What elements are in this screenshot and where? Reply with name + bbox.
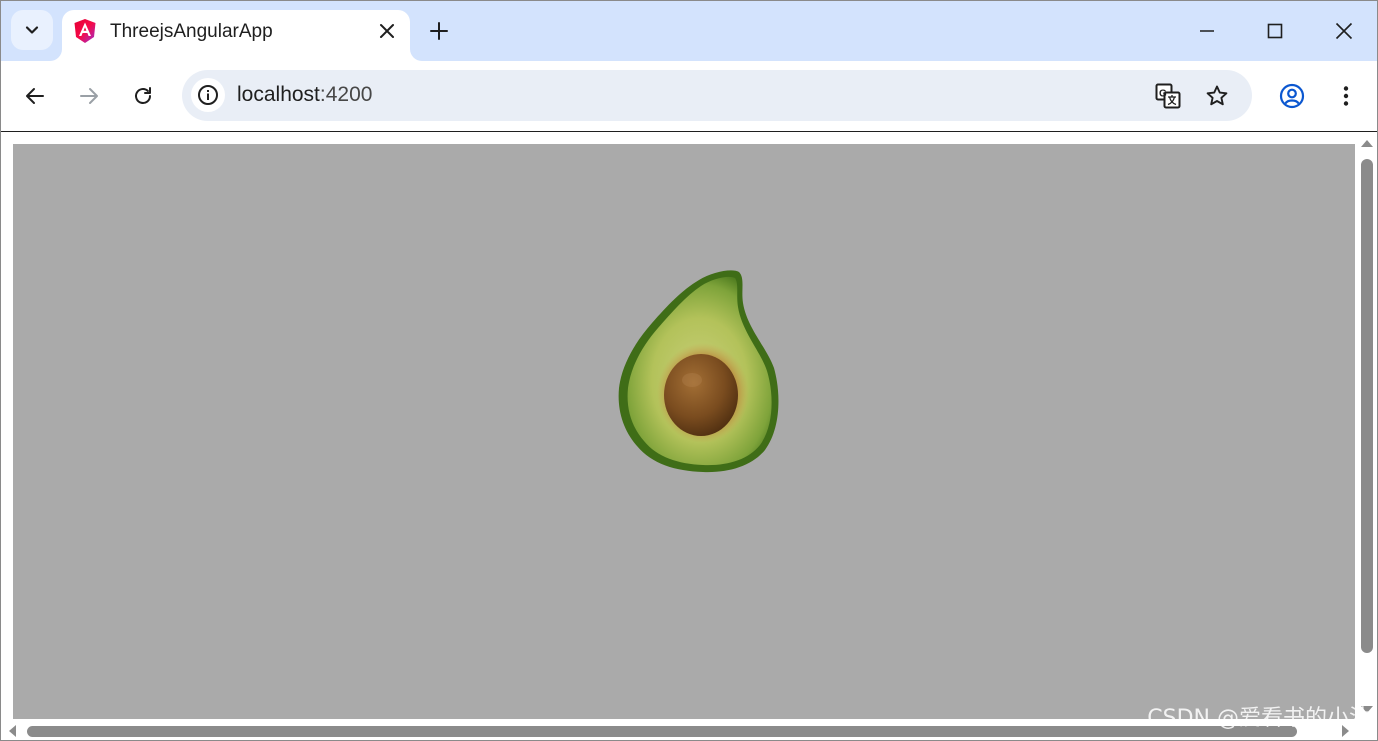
profile-icon bbox=[1279, 83, 1305, 109]
reload-icon bbox=[135, 87, 151, 104]
threejs-canvas[interactable] bbox=[13, 144, 1355, 719]
vertical-scrollbar[interactable] bbox=[1357, 132, 1377, 727]
avocado-model[interactable] bbox=[617, 268, 791, 473]
tab-title: ThreejsAngularApp bbox=[110, 21, 273, 42]
info-icon bbox=[198, 85, 218, 105]
arrow-right-icon bbox=[80, 88, 98, 104]
translate-button[interactable]: G bbox=[1154, 82, 1182, 110]
translate-icon: G bbox=[1155, 83, 1181, 109]
close-tab-icon[interactable] bbox=[378, 22, 396, 40]
minimize-icon bbox=[1200, 30, 1214, 32]
toolbar: localhost:4200 G bbox=[1, 61, 1377, 132]
url-host: localhost bbox=[237, 83, 320, 106]
menu-button[interactable] bbox=[1331, 81, 1361, 111]
arrow-left-icon bbox=[26, 88, 44, 104]
forward-button[interactable] bbox=[74, 81, 104, 111]
close-icon bbox=[1335, 22, 1353, 40]
site-info-button[interactable] bbox=[191, 78, 225, 112]
angular-favicon-icon bbox=[74, 19, 96, 43]
close-window-button[interactable] bbox=[1329, 16, 1359, 46]
bookmark-button[interactable] bbox=[1203, 82, 1231, 110]
tab-search-button[interactable] bbox=[11, 10, 53, 50]
svg-text:G: G bbox=[1159, 89, 1167, 100]
watermark: CSDN @爱看书的小沐 bbox=[1147, 706, 1371, 731]
browser-window: ThreejsAngularApp localhost:4200 G CSDN … bbox=[0, 0, 1378, 741]
tab-strip: ThreejsAngularApp bbox=[1, 1, 1377, 61]
back-button[interactable] bbox=[20, 81, 50, 111]
more-vert-icon bbox=[1343, 86, 1349, 106]
horizontal-scroll-thumb[interactable] bbox=[27, 726, 1297, 737]
scroll-left-arrow-icon[interactable] bbox=[9, 725, 16, 737]
address-bar[interactable]: localhost:4200 G bbox=[182, 70, 1252, 121]
page-viewport: CSDN @爱看书的小沐 bbox=[1, 132, 1377, 740]
profile-button[interactable] bbox=[1277, 81, 1307, 111]
url-text[interactable]: localhost:4200 bbox=[237, 83, 372, 107]
maximize-icon bbox=[1267, 23, 1283, 39]
reload-button[interactable] bbox=[128, 81, 158, 111]
tab-active[interactable]: ThreejsAngularApp bbox=[62, 10, 410, 61]
url-port: :4200 bbox=[319, 83, 373, 106]
chevron-down-icon bbox=[25, 26, 39, 34]
vertical-scroll-thumb[interactable] bbox=[1361, 159, 1373, 653]
maximize-button[interactable] bbox=[1260, 16, 1290, 46]
scroll-up-arrow-icon[interactable] bbox=[1361, 140, 1373, 147]
new-tab-icon[interactable] bbox=[427, 19, 451, 43]
star-icon bbox=[1206, 85, 1228, 106]
minimize-button[interactable] bbox=[1192, 16, 1222, 46]
